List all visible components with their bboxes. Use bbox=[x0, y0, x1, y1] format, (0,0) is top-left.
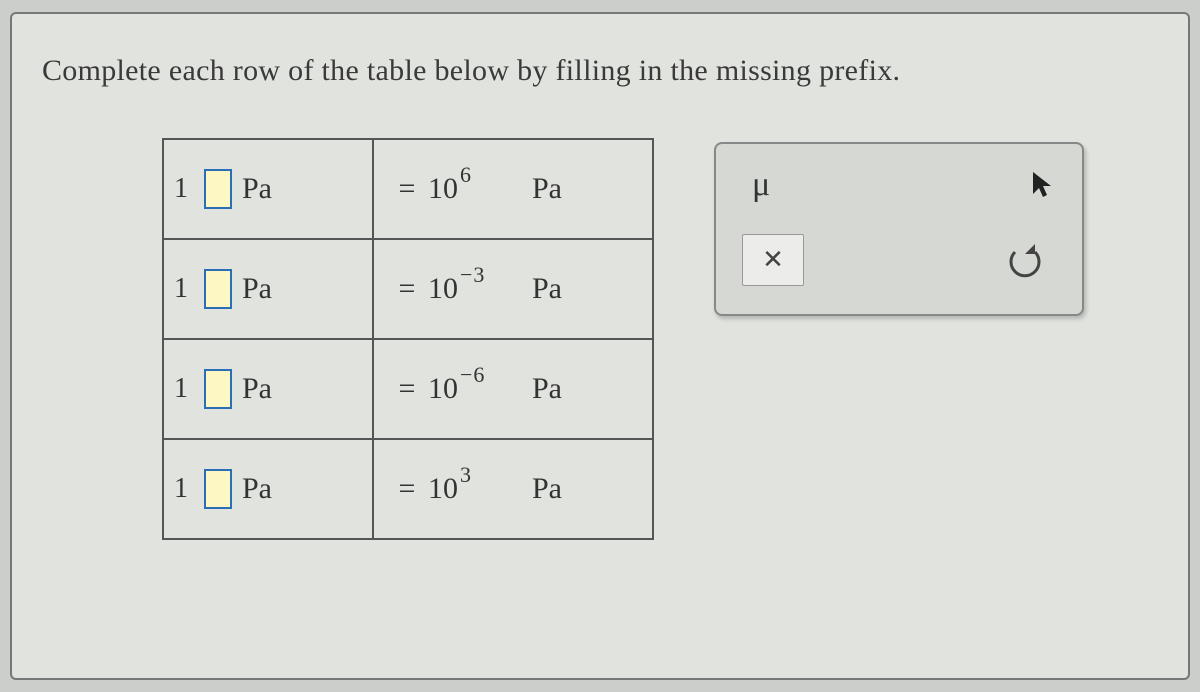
right-cell: = 10 6 Pa bbox=[373, 139, 653, 239]
equals: = bbox=[392, 172, 422, 206]
left-cell: 1 Pa bbox=[163, 439, 373, 539]
table-row: 1 Pa = 10 −6 Pa bbox=[163, 339, 653, 439]
result-unit: Pa bbox=[532, 472, 562, 506]
prefix-input[interactable] bbox=[204, 169, 232, 209]
unit-label: Pa bbox=[242, 372, 272, 406]
result-unit: Pa bbox=[532, 372, 562, 406]
close-icon: ✕ bbox=[762, 245, 784, 275]
exponent: −3 bbox=[460, 262, 485, 288]
undo-button[interactable] bbox=[994, 234, 1056, 286]
result-unit: Pa bbox=[532, 172, 562, 206]
base: 10 bbox=[428, 272, 458, 306]
table-row: 1 Pa = 10 3 Pa bbox=[163, 439, 653, 539]
table-row: 1 Pa = 10 −3 Pa bbox=[163, 239, 653, 339]
right-cell: = 10 3 Pa bbox=[373, 439, 653, 539]
base: 10 bbox=[428, 472, 458, 506]
prefix-input[interactable] bbox=[204, 369, 232, 409]
table-row: 1 Pa = 10 6 Pa bbox=[163, 139, 653, 239]
unit-label: Pa bbox=[242, 172, 272, 206]
content-row: 1 Pa = 10 6 Pa bbox=[42, 138, 1158, 540]
equals: = bbox=[392, 372, 422, 406]
unit-label: Pa bbox=[242, 272, 272, 306]
unit-label: Pa bbox=[242, 472, 272, 506]
result-unit: Pa bbox=[532, 272, 562, 306]
coefficient: 1 bbox=[174, 473, 188, 505]
helper-row-bottom: ✕ bbox=[742, 234, 1056, 286]
equals: = bbox=[392, 472, 422, 506]
coefficient: 1 bbox=[174, 173, 188, 205]
right-cell: = 10 −6 Pa bbox=[373, 339, 653, 439]
instruction-text: Complete each row of the table below by … bbox=[42, 54, 1158, 88]
coefficient: 1 bbox=[174, 273, 188, 305]
base: 10 bbox=[428, 172, 458, 206]
right-cell: = 10 −3 Pa bbox=[373, 239, 653, 339]
undo-icon bbox=[1005, 240, 1045, 280]
prefix-input[interactable] bbox=[204, 469, 232, 509]
left-cell: 1 Pa bbox=[163, 239, 373, 339]
cursor-icon bbox=[1030, 170, 1056, 200]
prefix-input[interactable] bbox=[204, 269, 232, 309]
prefix-table: 1 Pa = 10 6 Pa bbox=[162, 138, 654, 540]
helper-row-top: μ bbox=[742, 166, 1056, 204]
worksheet-page: Complete each row of the table below by … bbox=[10, 12, 1190, 680]
base: 10 bbox=[428, 372, 458, 406]
helper-panel: μ ✕ bbox=[714, 142, 1084, 316]
mu-symbol-button[interactable]: μ bbox=[742, 166, 770, 204]
left-cell: 1 Pa bbox=[163, 139, 373, 239]
equals: = bbox=[392, 272, 422, 306]
clear-button[interactable]: ✕ bbox=[742, 234, 804, 286]
coefficient: 1 bbox=[174, 373, 188, 405]
exponent: −6 bbox=[460, 362, 485, 388]
left-cell: 1 Pa bbox=[163, 339, 373, 439]
exponent: 6 bbox=[460, 162, 472, 188]
exponent: 3 bbox=[460, 462, 472, 488]
